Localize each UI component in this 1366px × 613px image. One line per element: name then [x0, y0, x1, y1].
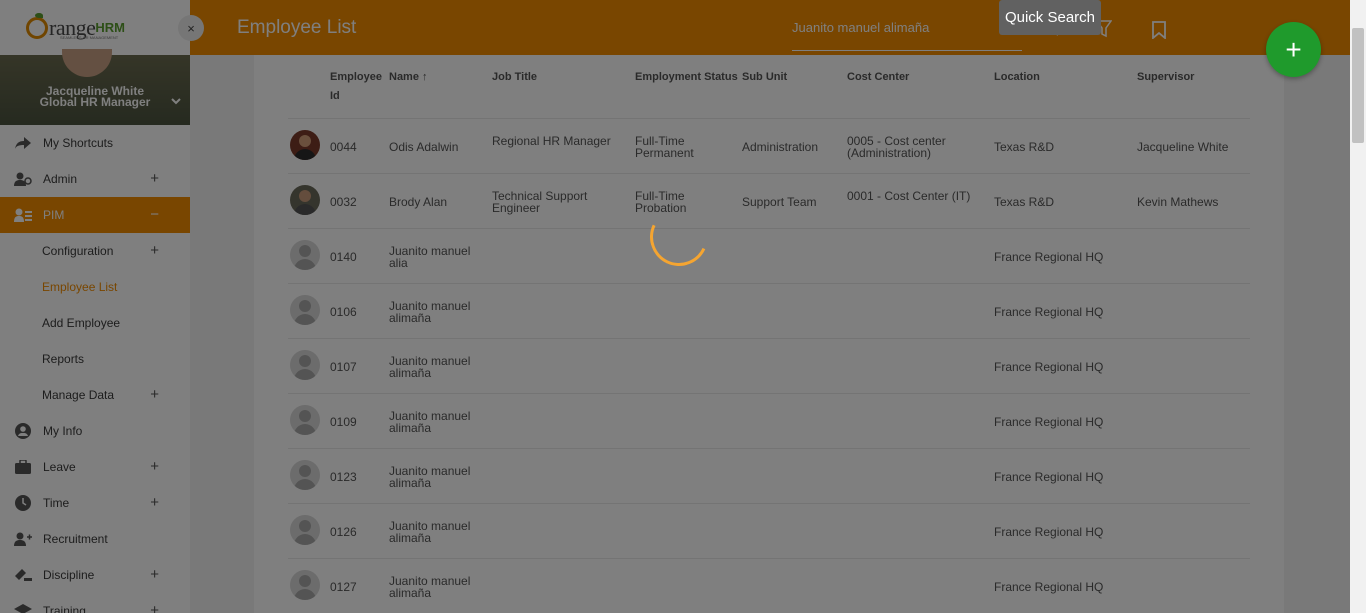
add-employee-button[interactable]: +: [1266, 22, 1321, 77]
plus-icon: +: [1285, 33, 1302, 65]
loading-overlay: [0, 0, 1366, 613]
quick-search-tooltip: Quick Search: [999, 0, 1101, 35]
scroll-thumb[interactable]: [1352, 28, 1364, 143]
scrollbar[interactable]: [1350, 0, 1366, 613]
